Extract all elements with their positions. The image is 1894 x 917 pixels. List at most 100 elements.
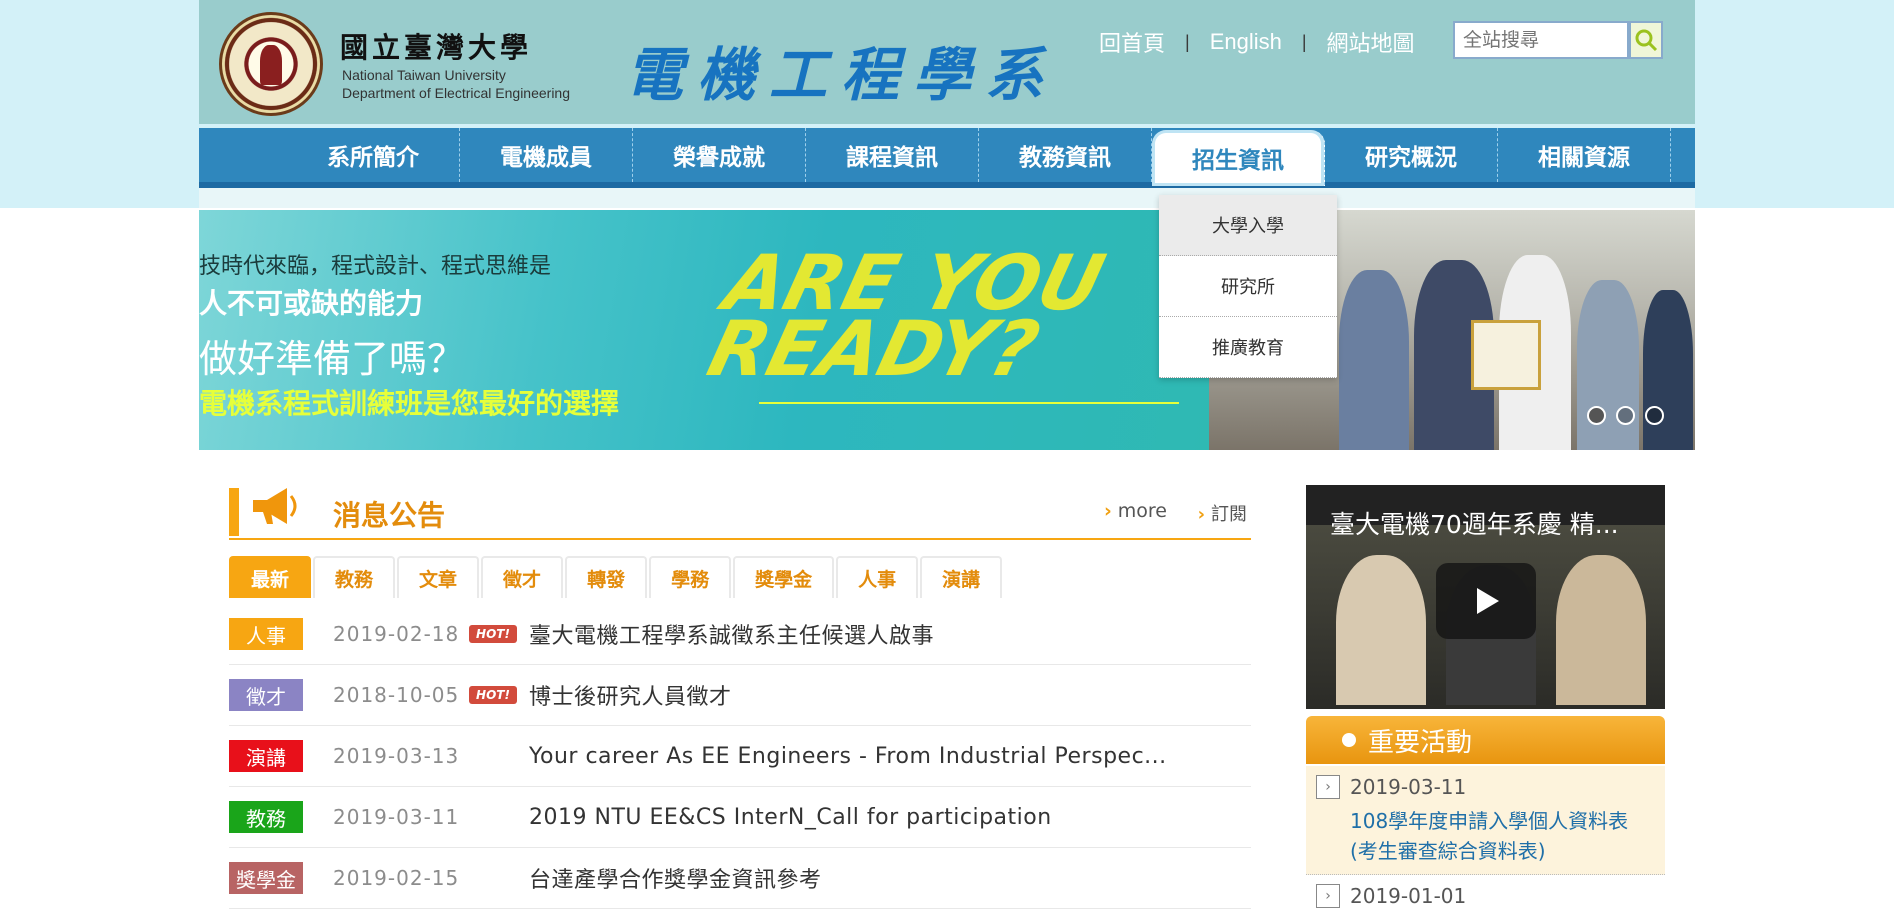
certificate-prop — [1471, 320, 1541, 390]
video-title[interactable]: 臺大電機70週年系慶 精... — [1330, 505, 1619, 541]
news-row[interactable]: 演講 2019-03-13 Your career As EE Engineer… — [229, 726, 1251, 787]
dropdown-item-extension[interactable]: 推廣教育 — [1159, 317, 1337, 378]
nav-item-admissions[interactable]: 招生資訊 — [1152, 130, 1325, 186]
event-date-row: › 2019-01-01 — [1316, 883, 1655, 909]
banner-line-1: 技時代來臨，程式設計、程式思維是 — [199, 254, 552, 279]
news-date: 2019-03-13 — [333, 744, 460, 768]
banner-line-2: 人不可或缺的能力 — [199, 287, 424, 320]
english-link[interactable]: English — [1210, 29, 1282, 55]
news-tabs: 最新 教務 文章 徵才 轉發 學務 獎學金 人事 演講 — [229, 556, 1251, 598]
news-tab-forwarded[interactable]: 轉發 — [565, 556, 648, 598]
event-date: 2019-03-11 — [1350, 775, 1467, 799]
news-header: 消息公告 › more › 訂閱 — [229, 480, 1251, 540]
banner-line-4: 電機系程式訓練班是您最好的選擇 — [199, 387, 620, 420]
news-tab-lectures[interactable]: 演講 — [920, 556, 1003, 598]
event-item[interactable]: › 2019-03-11 108學年度申請入學個人資料表(考生審查綜合資料表) — [1306, 766, 1665, 875]
thumbnail-person — [1336, 555, 1426, 705]
dept-title[interactable]: 電機工程學系 — [625, 28, 1057, 112]
news-title: 消息公告 — [333, 499, 446, 532]
ntu-name-en: National Taiwan University Department of… — [342, 66, 570, 102]
nav-item-about[interactable]: 系所簡介 — [287, 128, 460, 182]
chevron-right-icon: › — [1103, 500, 1112, 522]
news-list: 人事 2019-02-18 HOT! 臺大電機工程學系誠徵系主任候選人啟事 徵才… — [229, 604, 1251, 909]
category-badge[interactable]: 獎學金 — [229, 862, 303, 894]
event-item[interactable]: › 2019-01-01 — [1306, 875, 1665, 917]
nav-item-courses[interactable]: 課程資訊 — [806, 128, 979, 182]
link-separator: | — [1301, 31, 1307, 52]
news-row[interactable]: 教務 2019-03-11 2019 NTU EE&CS InterN_Call… — [229, 787, 1251, 848]
event-link[interactable]: 108學年度申請入學個人資料表(考生審查綜合資料表) — [1350, 806, 1655, 866]
sitemap-link[interactable]: 網站地圖 — [1327, 26, 1415, 58]
carousel-dot[interactable] — [1587, 406, 1606, 425]
banner-line-3: 做好準備了嗎？ — [199, 337, 466, 381]
link-separator: | — [1185, 31, 1190, 52]
chevron-right-icon: › — [1316, 775, 1340, 799]
news-row[interactable]: 人事 2019-02-18 HOT! 臺大電機工程學系誠徵系主任候選人啟事 — [229, 604, 1251, 665]
news-section: 消息公告 › more › 訂閱 最新 教務 文章 徵才 轉發 學務 獎學金 人事 … — [229, 480, 1251, 909]
category-badge[interactable]: 徵才 — [229, 679, 303, 711]
hot-badge: HOT! — [469, 686, 517, 704]
dropdown-item-undergrad[interactable]: 大學入學 — [1159, 195, 1337, 256]
banner-carousel[interactable]: 技時代來臨，程式設計、程式思維是 人不可或缺的能力 做好準備了嗎？ 電機系程式訓… — [199, 210, 1695, 450]
home-link[interactable]: 回首頁 — [1099, 26, 1165, 58]
news-more-link[interactable]: › more — [1104, 500, 1167, 522]
news-subscribe-label: 訂閱 — [1211, 504, 1247, 525]
news-date: 2019-02-18 — [333, 622, 460, 646]
video-player[interactable]: 臺大電機70週年系慶 精... — [1306, 485, 1665, 709]
ntu-seal-logo[interactable] — [219, 12, 323, 116]
news-tab-jobs[interactable]: 徵才 — [481, 556, 564, 598]
play-button[interactable] — [1436, 563, 1536, 639]
category-badge[interactable]: 教務 — [229, 801, 303, 833]
news-date: 2018-10-05 — [333, 683, 460, 707]
news-tab-articles[interactable]: 文章 — [397, 556, 480, 598]
carousel-dot[interactable] — [1645, 406, 1664, 425]
news-subscribe-link[interactable]: › 訂閱 — [1198, 500, 1247, 526]
news-tab-latest[interactable]: 最新 — [229, 556, 312, 598]
news-title-link[interactable]: 台達產學合作獎學金資訊參考 — [529, 862, 822, 894]
ntu-name-zh: 國立臺灣大學 — [340, 31, 533, 64]
carousel-dots — [1587, 406, 1664, 425]
site-search-box — [1453, 21, 1629, 59]
nav-item-academic[interactable]: 教務資訊 — [979, 128, 1152, 182]
news-date: 2019-03-11 — [333, 805, 460, 829]
nav-item-honors[interactable]: 榮譽成就 — [633, 128, 806, 182]
news-row[interactable]: 徵才 2018-10-05 HOT! 博士後研究人員徵才 — [229, 665, 1251, 726]
hot-badge: HOT! — [469, 625, 517, 643]
megaphone-icon — [253, 488, 297, 524]
admissions-dropdown: 大學入學 研究所 推廣教育 — [1159, 195, 1337, 378]
chevron-right-icon: › — [1197, 504, 1205, 525]
main-nav: 系所簡介 電機成員 榮譽成就 課程資訊 教務資訊 招生資訊 研究概況 相關資源 — [199, 128, 1695, 188]
nav-item-resources[interactable]: 相關資源 — [1498, 128, 1671, 182]
events-header: 重要活動 — [1306, 716, 1665, 764]
nav-item-research[interactable]: 研究概況 — [1325, 128, 1498, 182]
nav-bottom-strip — [199, 188, 1695, 208]
news-row[interactable]: 獎學金 2019-02-15 台達產學合作獎學金資訊參考 — [229, 848, 1251, 909]
news-tab-student-affairs[interactable]: 學務 — [649, 556, 732, 598]
event-date-row: › 2019-03-11 — [1316, 774, 1655, 800]
news-title-link[interactable]: 臺大電機工程學系誠徵系主任候選人啟事 — [529, 618, 934, 650]
news-tab-scholarship[interactable]: 獎學金 — [733, 556, 835, 598]
category-badge[interactable]: 人事 — [229, 618, 303, 650]
banner-decoration-line — [759, 402, 1179, 404]
carousel-dot[interactable] — [1616, 406, 1635, 425]
news-tab-personnel[interactable]: 人事 — [836, 556, 919, 598]
search-icon — [1635, 29, 1658, 52]
events-title: 重要活動 — [1368, 727, 1473, 758]
banner-slide-programming[interactable]: 技時代來臨，程式設計、程式思維是 人不可或缺的能力 做好準備了嗎？ 電機系程式訓… — [199, 210, 1209, 450]
search-input[interactable] — [1455, 23, 1627, 57]
photo-person — [1643, 290, 1693, 450]
events-list: › 2019-03-11 108學年度申請入學個人資料表(考生審查綜合資料表) … — [1306, 766, 1665, 917]
dropdown-item-graduate[interactable]: 研究所 — [1159, 256, 1337, 317]
news-date: 2019-02-15 — [333, 866, 460, 890]
chevron-right-icon: › — [1316, 884, 1340, 908]
category-badge[interactable]: 演講 — [229, 740, 303, 772]
news-tab-academic[interactable]: 教務 — [313, 556, 396, 598]
news-title-link[interactable]: 2019 NTU EE&CS InterN_Call for participa… — [529, 805, 1052, 830]
news-title-link[interactable]: 博士後研究人員徵才 — [529, 679, 732, 711]
search-button[interactable] — [1629, 21, 1663, 59]
dept-name-en-line: Department of Electrical Engineering — [342, 85, 571, 101]
nav-item-members[interactable]: 電機成員 — [460, 128, 633, 182]
ready-line-2: READY? — [699, 304, 1048, 393]
top-links: 回首頁 | English | 網站地圖 — [1099, 26, 1415, 58]
news-title-link[interactable]: Your career As EE Engineers - From Indus… — [529, 744, 1167, 769]
